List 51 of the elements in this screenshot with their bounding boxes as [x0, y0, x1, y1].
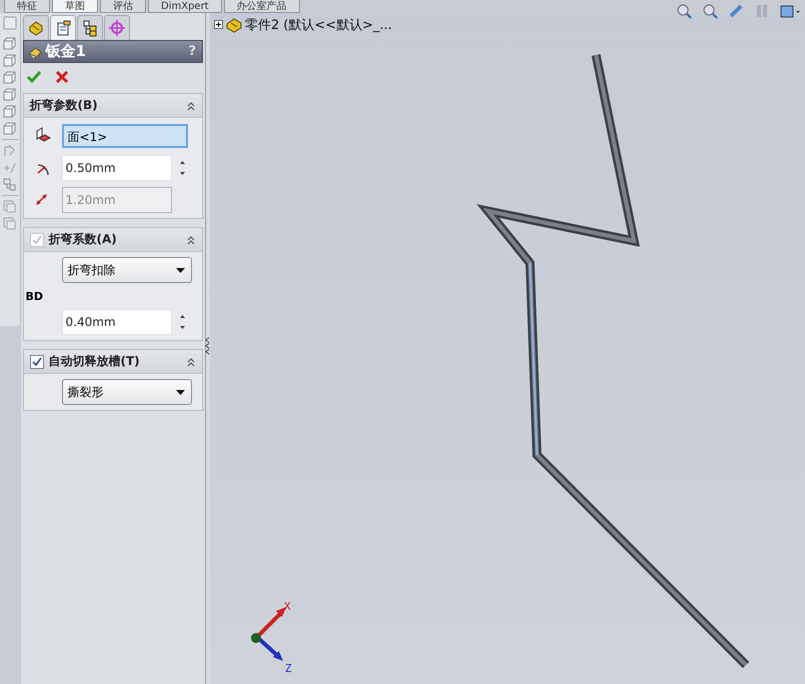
tick-icon: [30, 356, 43, 368]
display-style-icon[interactable]: [780, 3, 801, 19]
hierarchy-icon[interactable]: [2, 177, 18, 192]
cube-icon[interactable]: [2, 104, 18, 119]
close-icon[interactable]: [54, 69, 70, 85]
section-title: 折弯系数(A): [48, 231, 118, 248]
manager-tab[interactable]: [76, 15, 103, 40]
command-tab[interactable]: 特征: [4, 0, 50, 13]
feature-tree-icon: [26, 19, 45, 37]
zoom-icon[interactable]: [702, 3, 718, 19]
manager-tab[interactable]: [22, 15, 49, 40]
plus-box-icon: [214, 20, 223, 29]
tree-item[interactable]: 零件2 (默认<<默认>_...: [245, 16, 392, 34]
tick-icon: [30, 234, 43, 246]
layers-icon[interactable]: [2, 216, 18, 231]
cube-icon[interactable]: [2, 87, 18, 102]
input-field[interactable]: 0.50mm: [62, 155, 172, 181]
dropdown-arrow-icon: [174, 388, 186, 396]
collapse-chevron-icon[interactable]: [186, 100, 196, 112]
field-label: BD: [26, 290, 44, 302]
checkmark-icon[interactable]: [26, 69, 42, 85]
configuration-icon: [80, 19, 99, 37]
cube-icon[interactable]: [2, 121, 18, 136]
selection-box[interactable]: 面<1>: [62, 124, 188, 148]
axis-label: X: [284, 600, 291, 613]
command-tab[interactable]: DimXpert: [148, 0, 222, 13]
checkbox[interactable]: [30, 354, 44, 368]
cube-icon[interactable]: [2, 70, 18, 85]
collapse-chevron-icon[interactable]: [186, 356, 196, 368]
axis-triad: [251, 607, 286, 661]
manager-tab[interactable]: [50, 15, 76, 40]
part-icon: [225, 16, 243, 34]
zoom-icon[interactable]: [676, 3, 692, 19]
cube-icon[interactable]: [2, 53, 18, 68]
command-tab[interactable]: 办公室产品: [224, 0, 300, 13]
grip-icon: [2, 16, 17, 30]
section-title: 折弯参数(B): [30, 97, 99, 114]
dropdown-arrow-icon: [174, 266, 186, 274]
target-icon: [108, 19, 126, 37]
command-tab[interactable]: 评估: [100, 0, 146, 13]
dropdown[interactable]: 撕裂形: [62, 379, 192, 405]
axis-label: Z: [285, 662, 292, 675]
command-tab[interactable]: 草图: [52, 0, 98, 13]
panel-title: 钣金1: [46, 42, 87, 61]
section-title: 自动切释放槽(T): [48, 353, 141, 370]
expand-icon[interactable]: [214, 18, 223, 32]
sketch-icon[interactable]: [2, 143, 18, 158]
cube-icon[interactable]: [2, 36, 18, 51]
layers-icon[interactable]: [2, 199, 18, 214]
pen-icon[interactable]: [728, 3, 744, 19]
add-line-icon[interactable]: [2, 160, 18, 175]
